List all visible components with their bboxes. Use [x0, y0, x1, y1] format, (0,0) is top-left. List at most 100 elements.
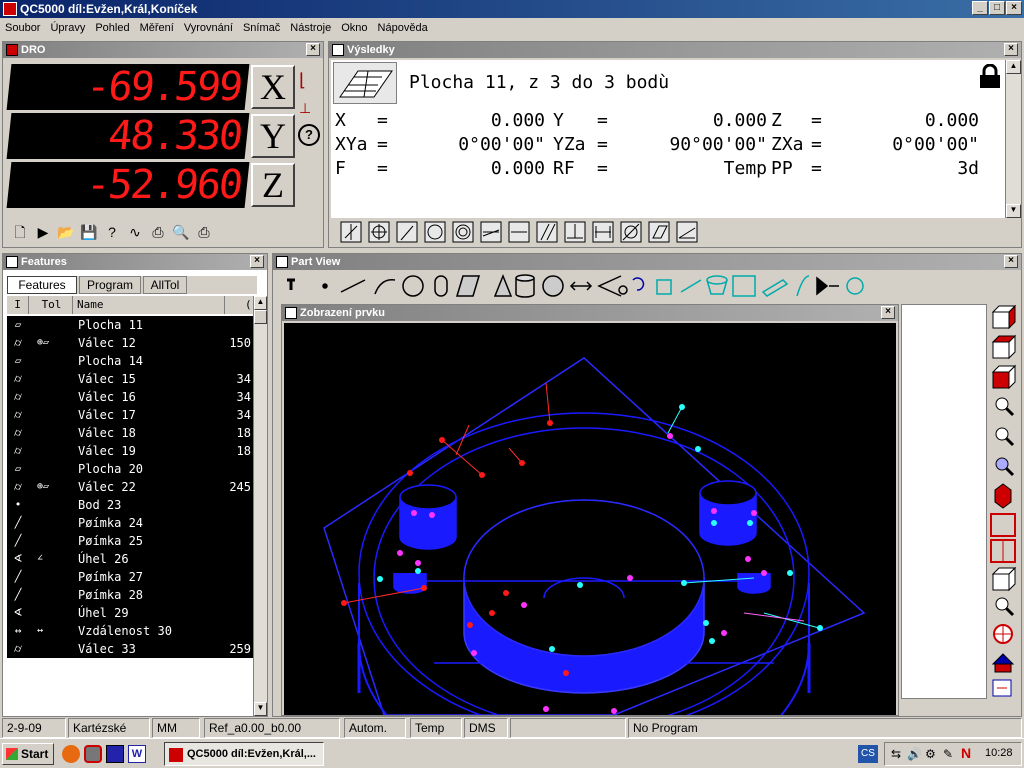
menu-pohled[interactable]: Pohled: [90, 18, 134, 38]
column-header-name[interactable]: Name: [77, 296, 225, 314]
feature-row[interactable]: ↔ ↔ Vzdálenost 30: [7, 622, 253, 640]
feature-view-close-button[interactable]: ×: [881, 306, 895, 319]
feature-row[interactable]: ╱ Pøímka 24: [7, 514, 253, 532]
menu-nastroje[interactable]: Nástroje: [285, 18, 336, 38]
firefox-icon[interactable]: [62, 745, 80, 763]
feature-row[interactable]: ╱ Pøímka 25: [7, 532, 253, 550]
feature-row[interactable]: ∢ Úhel 29: [7, 604, 253, 622]
tab-alltol[interactable]: AllTol: [143, 276, 187, 294]
dro-axis-y-button[interactable]: Y: [251, 114, 295, 158]
feature-row[interactable]: ⌭ Válec 19 18: [7, 442, 253, 460]
word-icon[interactable]: W: [128, 745, 146, 763]
minimize-button[interactable]: _: [972, 1, 988, 15]
cylinder-feature-icon: ⌭: [14, 372, 22, 385]
menu-upravy[interactable]: Úpravy: [45, 18, 90, 38]
tab-program[interactable]: Program: [79, 276, 141, 294]
feature-count: 245: [229, 480, 251, 494]
menu-okno[interactable]: Okno: [336, 18, 372, 38]
tab-features[interactable]: Features: [7, 276, 77, 294]
save-disk-icon[interactable]: [106, 745, 124, 763]
dro-axis-z-button[interactable]: Z: [251, 163, 295, 207]
taskbar-task-qc5000[interactable]: QC5000 díl:Evžen,Král,...: [164, 742, 324, 766]
column-header-i[interactable]: I: [7, 296, 29, 314]
feature-row[interactable]: ╱ Pøímka 27: [7, 568, 253, 586]
column-header-count[interactable]: (: [245, 296, 253, 314]
feature-row[interactable]: ▱ Plocha 14: [7, 352, 253, 370]
menu-soubor[interactable]: Soubor: [0, 18, 45, 38]
status-reference[interactable]: Ref_a0.00_b0.00: [204, 718, 340, 738]
feature-row[interactable]: ╱ Pøímka 28: [7, 586, 253, 604]
feature-row[interactable]: ⌭ Válec 33 259: [7, 640, 253, 658]
run-icon[interactable]: ▶: [32, 222, 54, 242]
results-scrollbar[interactable]: ▲ ▼: [1005, 60, 1021, 218]
settings-icon[interactable]: ⚙: [925, 747, 936, 761]
volume-icon[interactable]: 🔊: [907, 747, 922, 761]
status-units[interactable]: MM: [152, 718, 200, 738]
results-display: Plocha 11, z 3 do 3 bodù X = 0.000 Y = 0…: [331, 60, 1005, 218]
status-coordinates[interactable]: Kartézské: [68, 718, 150, 738]
close-button[interactable]: ×: [1006, 1, 1022, 15]
system-tray: ⇆ 🔊 ⚙ ✎ N 10:28: [884, 742, 1022, 766]
features-scrollbar[interactable]: ▲ ▼: [253, 296, 267, 716]
feature-row[interactable]: ∢ ∠ Úhel 26: [7, 550, 253, 568]
print-icon[interactable]: ⎙: [193, 222, 215, 242]
menu-snimac[interactable]: Snímač: [238, 18, 285, 38]
axis-align-icon[interactable]: ⌊: [299, 70, 319, 94]
feature-row[interactable]: ▱ Plocha 20: [7, 460, 253, 478]
dro-close-button[interactable]: ×: [306, 43, 320, 56]
features-icon: [6, 256, 18, 268]
status-temp[interactable]: Temp: [410, 718, 462, 738]
feature-row[interactable]: • Bod 23: [7, 496, 253, 514]
feature-row[interactable]: ⌭ Válec 15 34: [7, 370, 253, 388]
feature-name: Válec 19: [78, 444, 136, 458]
result-label: RF: [553, 158, 575, 179]
feature-row[interactable]: ⌭ Válec 17 34: [7, 406, 253, 424]
menu-mereni[interactable]: Měření: [135, 18, 179, 38]
tools-icon[interactable]: ✎: [943, 747, 953, 761]
feature-name: Válec 15: [78, 372, 136, 386]
result-label: X: [335, 110, 346, 131]
dro-panel: DRO × -69.599 X 48.330 Y -52.960 Z ⌊ ⊥ ?…: [2, 41, 324, 248]
feature-row[interactable]: ⌭ ⊕▱ Válec 12 150: [7, 334, 253, 352]
network-icon[interactable]: ⇆: [891, 747, 901, 761]
menu-napoveda[interactable]: Nápověda: [373, 18, 433, 38]
part-view-title: Part View: [291, 256, 341, 268]
program-icon[interactable]: [84, 745, 102, 763]
print-setup-icon[interactable]: ⎙: [147, 222, 169, 242]
clock[interactable]: 10:28: [985, 747, 1013, 759]
maximize-button[interactable]: □: [989, 1, 1005, 15]
part-3d-view[interactable]: [284, 323, 896, 768]
new-file-icon[interactable]: 🗋: [9, 222, 31, 242]
antivirus-icon[interactable]: N: [961, 745, 971, 761]
feature-row[interactable]: ▱ Plocha 11: [7, 316, 253, 334]
app-icon[interactable]: [3, 2, 17, 16]
start-button[interactable]: Start: [2, 743, 54, 765]
feature-row[interactable]: ⌭ Válec 18 18: [7, 424, 253, 442]
dro-axis-x-button[interactable]: X: [251, 65, 295, 109]
dro-value-x: -69.599: [6, 64, 250, 110]
save-icon[interactable]: 💾: [78, 222, 100, 242]
feature-count: 34: [236, 390, 251, 404]
part-view-close-button[interactable]: ×: [1004, 255, 1018, 268]
results-icon: [332, 44, 344, 56]
point-feature-icon: •: [14, 498, 22, 511]
feature-row[interactable]: ⌭ ⊕▱ Válec 22 245: [7, 478, 253, 496]
menu-vyrovnani[interactable]: Vyrovnání: [179, 18, 238, 38]
open-folder-icon[interactable]: 📂: [55, 222, 77, 242]
dro-row-x: -69.599 X: [6, 64, 297, 110]
features-close-button[interactable]: ×: [250, 255, 264, 268]
status-mode[interactable]: Autom.: [344, 718, 406, 738]
feature-row[interactable]: ⌭ Válec 16 34: [7, 388, 253, 406]
window-title: QC5000 díl:Evžen,Král,Koníček: [20, 2, 198, 16]
print-preview-icon[interactable]: 🔍: [170, 222, 192, 242]
results-close-button[interactable]: ×: [1004, 43, 1018, 56]
lock-icon[interactable]: [977, 63, 1003, 90]
language-indicator[interactable]: CS: [858, 745, 878, 763]
status-angle-format[interactable]: DMS: [464, 718, 508, 738]
wave-icon[interactable]: ∿: [124, 222, 146, 242]
column-header-tol[interactable]: Tol: [31, 296, 73, 314]
status-program: No Program: [628, 718, 1022, 738]
save-as-icon[interactable]: ?: [101, 222, 123, 242]
probe-icon[interactable]: ?: [298, 124, 320, 146]
datum-icon[interactable]: ⊥: [299, 100, 319, 120]
